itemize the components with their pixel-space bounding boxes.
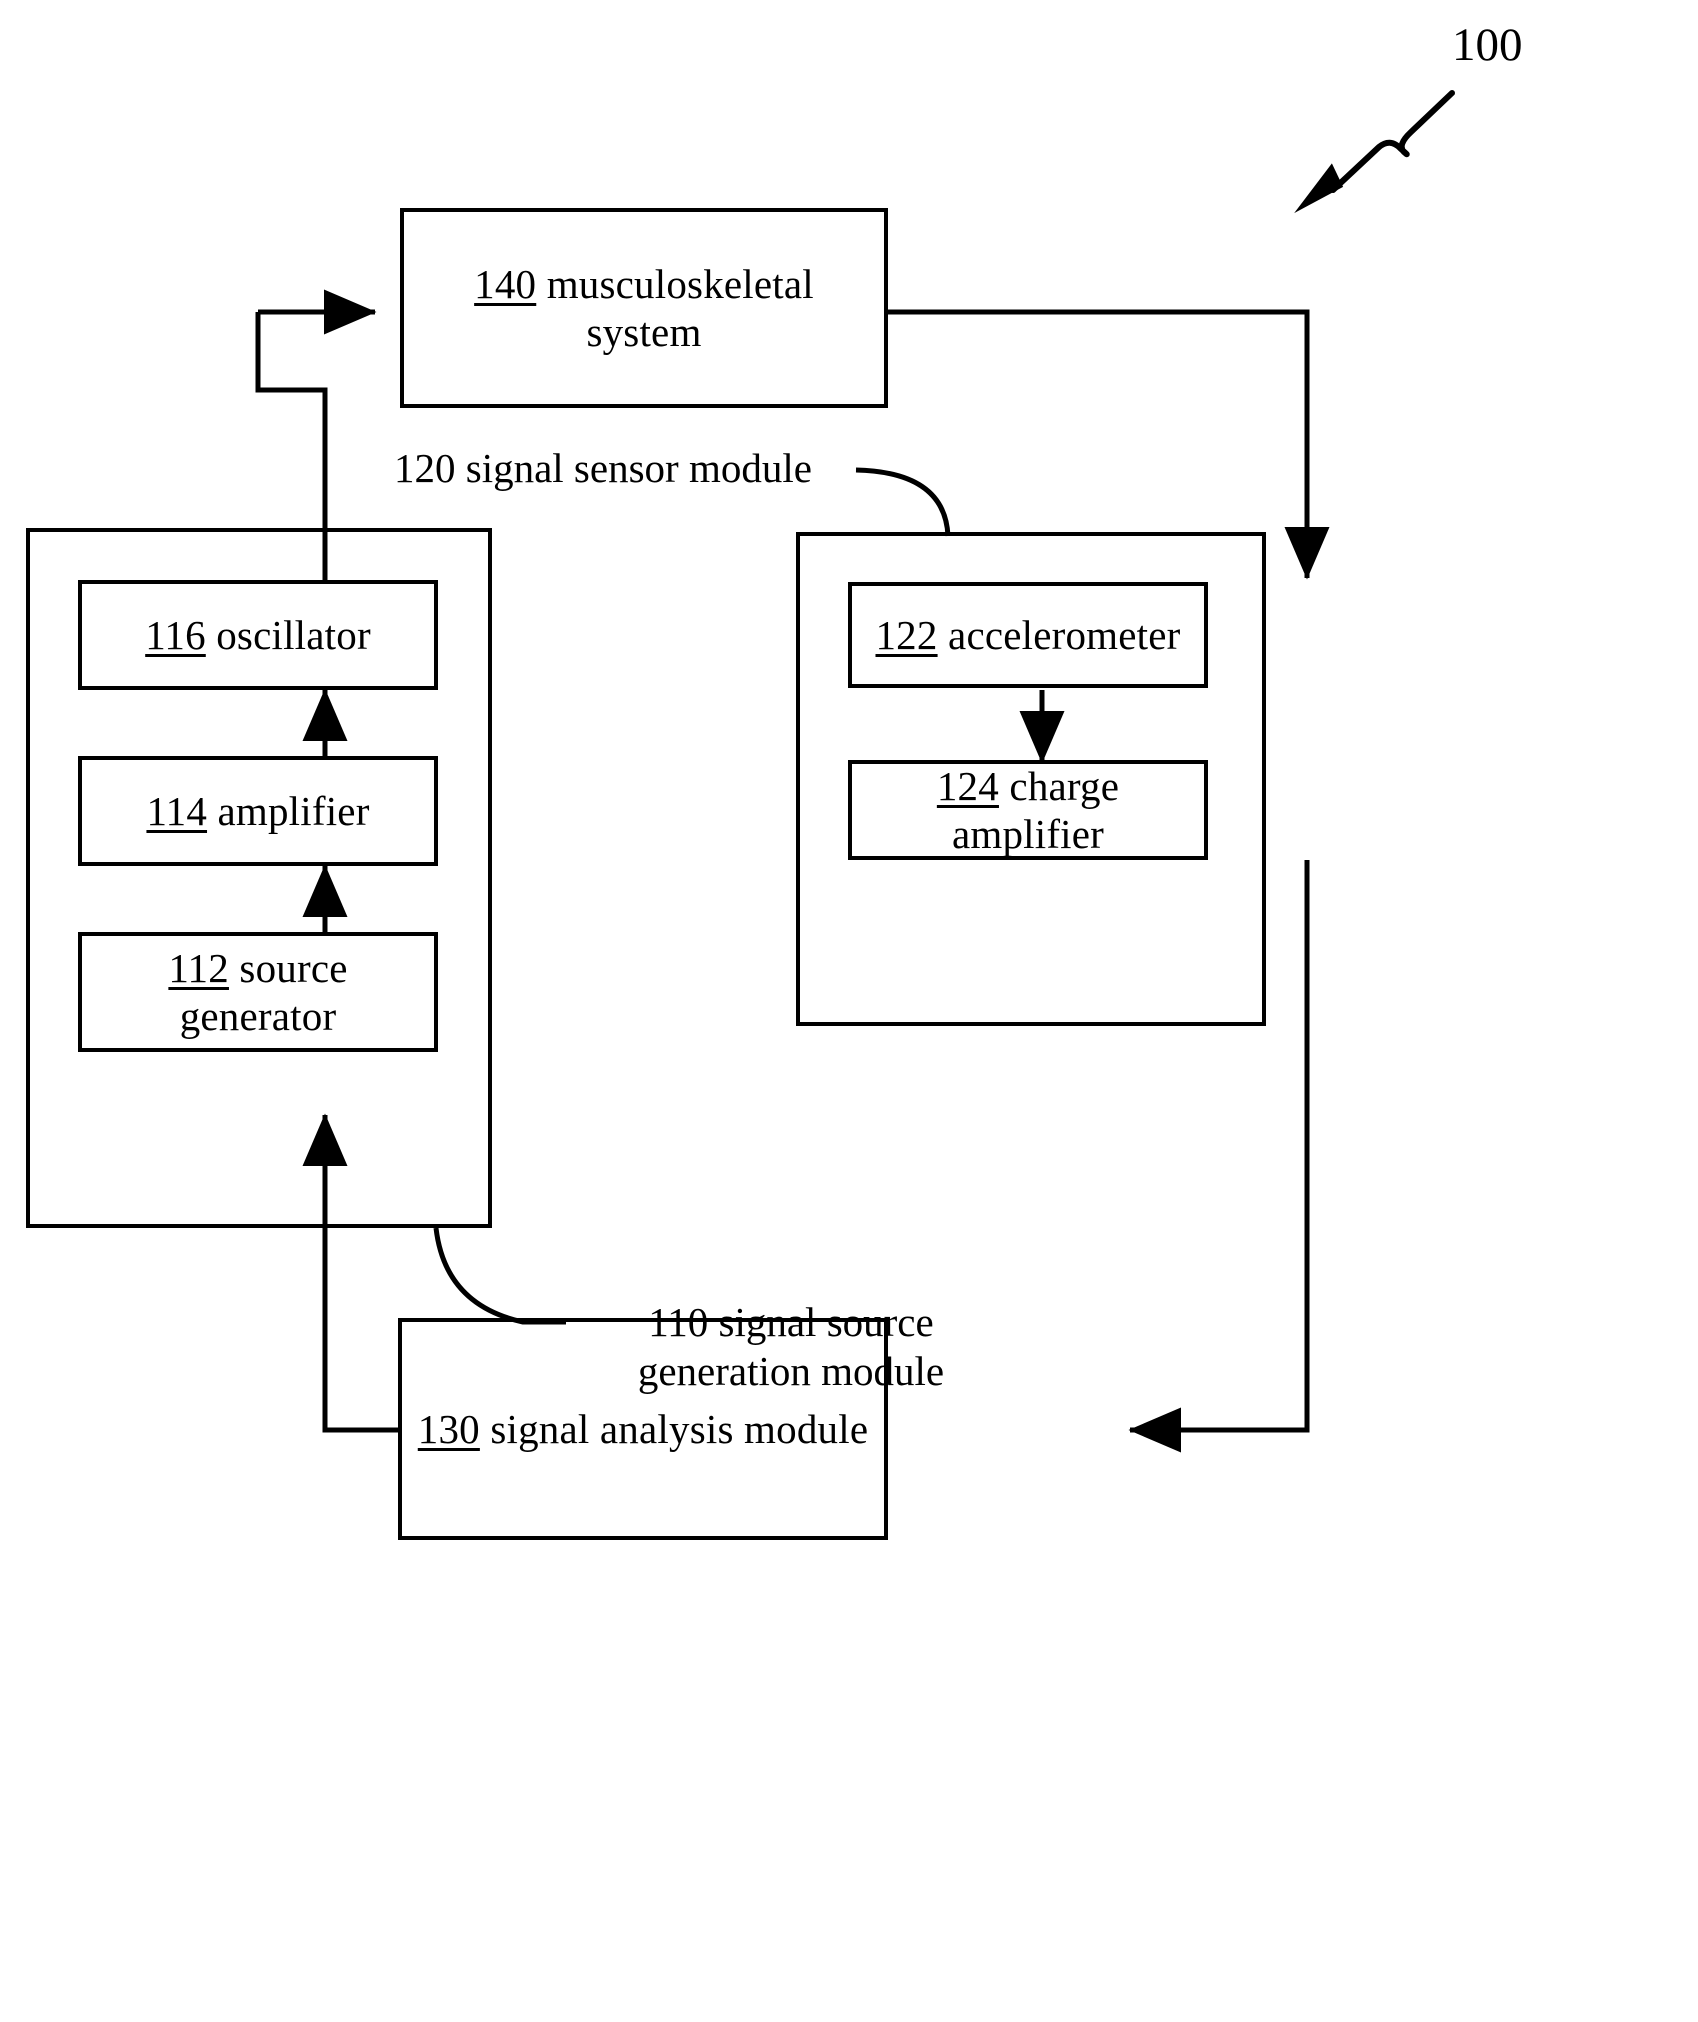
block-116-label: 116 oscillator (135, 611, 381, 659)
figure-number-pointer-icon (1294, 90, 1455, 214)
block-130-signal-analysis-module[interactable]: 130 signal analysis module (398, 1318, 888, 1540)
block-124-label: 124 charge amplifier (852, 762, 1204, 859)
block-130-text: signal analysis module (479, 1405, 869, 1452)
leader-line-110 (433, 1227, 566, 1325)
block-130-number: 130 (417, 1405, 480, 1452)
block-112-label: 112 source generator (82, 944, 434, 1041)
block-140-text: musculoskeletal system (536, 260, 814, 355)
block-122-label: 122 accelerometer (865, 611, 1190, 659)
block-140-musculoskeletal-system[interactable]: 140 musculoskeletal system (400, 208, 888, 408)
block-116-number: 116 (145, 611, 206, 658)
block-124-number: 124 (936, 762, 999, 809)
block-112-number: 112 (168, 944, 229, 991)
block-112-source-generator[interactable]: 112 source generator (78, 932, 438, 1052)
block-140-number: 140 (474, 260, 537, 307)
figure-number: 100 (1452, 19, 1523, 71)
block-140-label: 140 musculoskeletal system (404, 260, 884, 357)
patent-figure-canvas: 100 140 musculoskeletal system 120 signa… (0, 0, 1698, 2022)
block-130-label: 130 signal analysis module (408, 1405, 878, 1453)
block-114-label: 114 amplifier (136, 787, 379, 835)
block-114-text: amplifier (207, 787, 370, 834)
block-122-number: 122 (875, 611, 938, 658)
caption-120-signal-sensor-module: 120 signal sensor module (394, 445, 812, 491)
block-122-accelerometer[interactable]: 122 accelerometer (848, 582, 1208, 688)
block-116-oscillator[interactable]: 116 oscillator (78, 580, 438, 690)
block-114-number: 114 (146, 787, 208, 834)
block-114-amplifier[interactable]: 114 amplifier (78, 756, 438, 866)
block-116-text: oscillator (205, 611, 371, 658)
leader-line-120 (855, 467, 951, 537)
block-122-text: accelerometer (937, 611, 1181, 658)
block-124-charge-amplifier[interactable]: 124 charge amplifier (848, 760, 1208, 860)
